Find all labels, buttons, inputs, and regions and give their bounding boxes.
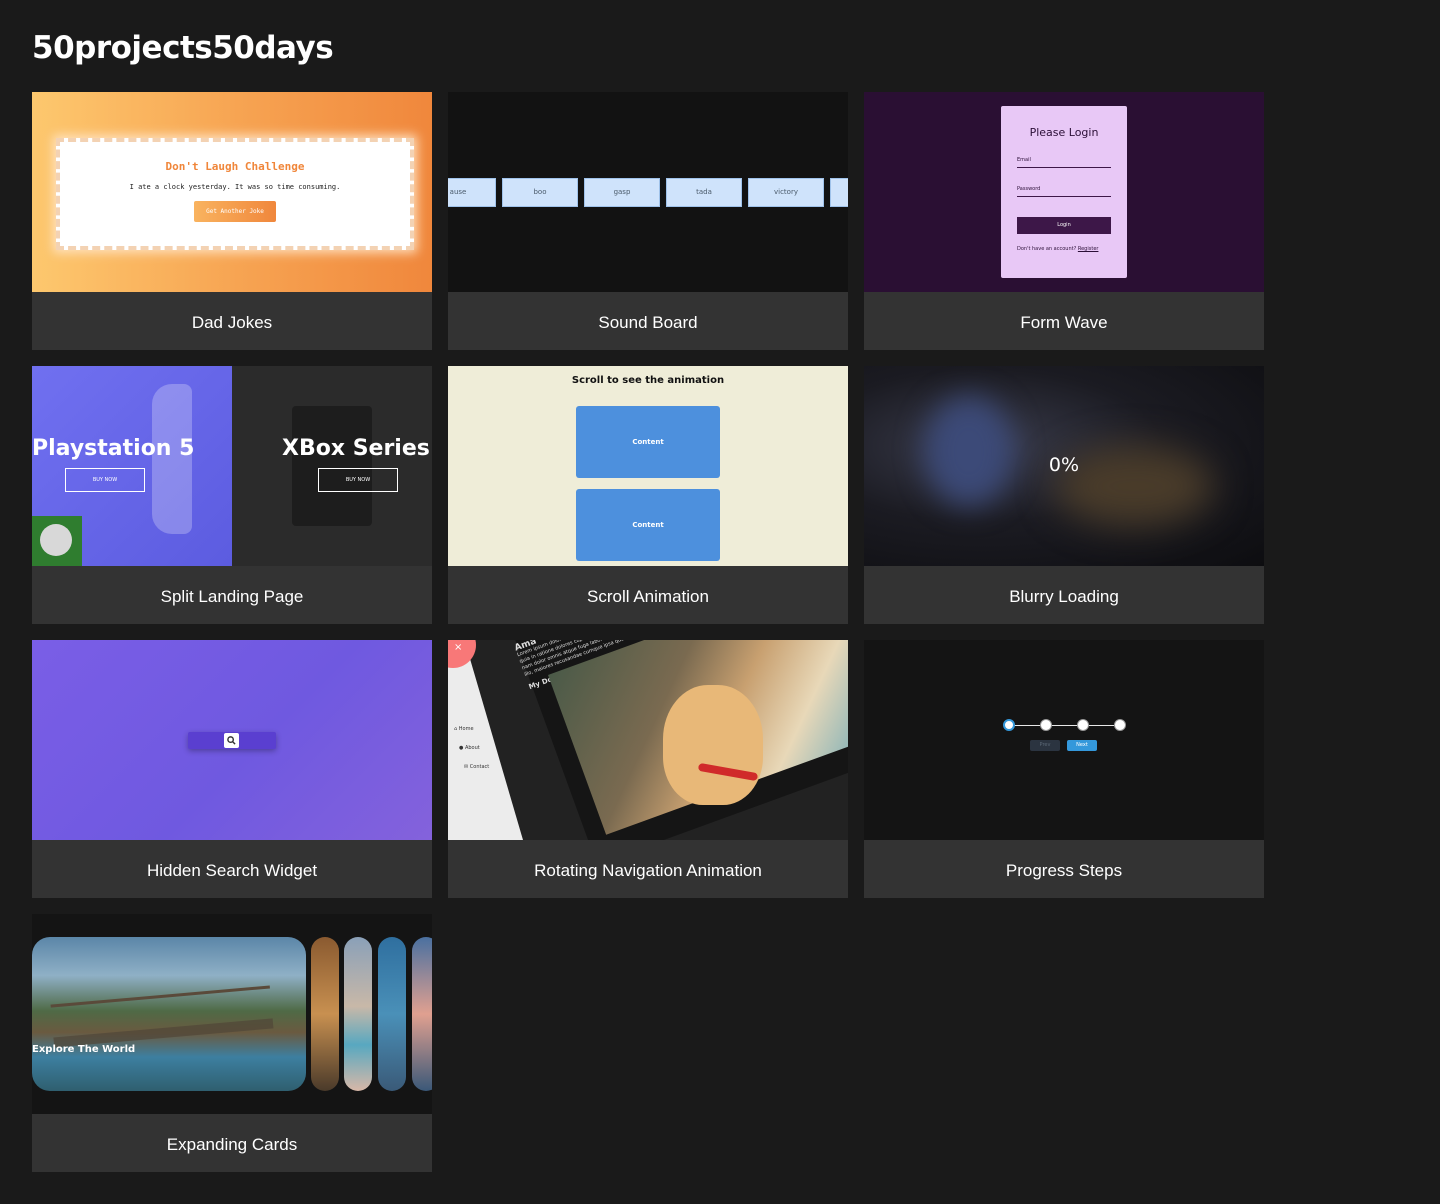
- password-field: Password: [1017, 186, 1111, 197]
- project-thumbnail: [32, 640, 432, 840]
- project-thumbnail: Ama Lorem ipsum dolor sit amet consectet…: [448, 640, 848, 840]
- sound-button: gasp: [584, 178, 660, 207]
- step-circle: [1003, 719, 1015, 731]
- project-thumbnail: Scroll to see the animation Content Cont…: [448, 366, 848, 566]
- blurred-background: [924, 396, 1014, 506]
- login-card: Please Login Email Password Login Don't …: [1001, 106, 1127, 278]
- bridge-image: [50, 985, 274, 1048]
- project-thumbnail: 0%: [864, 366, 1264, 566]
- project-title: Blurry Loading: [1009, 587, 1119, 606]
- collapsed-panel: [378, 937, 406, 1091]
- sound-button: boo: [502, 178, 578, 207]
- close-icon: ×: [448, 640, 476, 668]
- nav-about-label: About: [464, 745, 480, 751]
- playstation-title: Playstation 5: [32, 436, 195, 461]
- nav-home: ⌂ Home: [454, 726, 474, 732]
- project-thumbnail: Explore The World: [32, 914, 432, 1114]
- register-link: Register: [1077, 246, 1099, 252]
- project-title: Split Landing Page: [160, 587, 304, 606]
- content-box: Content: [576, 489, 720, 561]
- content-box: Content: [576, 406, 720, 478]
- progress-line: [1008, 725, 1120, 726]
- project-title: Sound Board: [598, 313, 698, 332]
- project-card-rotating-navigation[interactable]: Ama Lorem ipsum dolor sit amet consectet…: [448, 640, 848, 898]
- project-card-form-wave[interactable]: Please Login Email Password Login Don't …: [864, 92, 1264, 350]
- project-card-progress-steps[interactable]: Prev Next Progress Steps: [864, 640, 1264, 898]
- project-card-scroll-animation[interactable]: Scroll to see the animation Content Cont…: [448, 366, 848, 624]
- xbox-panel: XBox Series X BUY NOW: [232, 366, 432, 566]
- xbox-buy-button: BUY NOW: [318, 468, 398, 492]
- projects-grid: Don't Laugh Challenge I ate a clock yest…: [32, 92, 1264, 1172]
- sound-button: wr: [830, 178, 848, 207]
- joke-title: Don't Laugh Challenge: [165, 160, 305, 173]
- nav-about: ● About: [459, 745, 480, 751]
- register-prompt: Don't have an account?: [1017, 246, 1077, 252]
- project-title: Dad Jokes: [191, 313, 273, 332]
- sound-button: tada: [666, 178, 742, 207]
- search-icon: [224, 733, 239, 748]
- sound-button: victory: [748, 178, 824, 207]
- project-card-sound-board[interactable]: ause boo gasp tada victory wr Sound Boar…: [448, 92, 848, 350]
- page-title: 50projects50days: [32, 30, 334, 66]
- project-card-blurry-loading[interactable]: 0% Blurry Loading: [864, 366, 1264, 624]
- project-thumbnail: Don't Laugh Challenge I ate a clock yest…: [32, 92, 432, 292]
- project-thumbnail: Playstation 5 BUY NOW XBox Series X BUY …: [32, 366, 432, 566]
- project-card-dad-jokes[interactable]: Don't Laugh Challenge I ate a clock yest…: [32, 92, 432, 350]
- active-panel: [32, 937, 306, 1091]
- joke-box: Don't Laugh Challenge I ate a clock yest…: [56, 138, 414, 250]
- nav-contact-label: Contact: [469, 764, 490, 770]
- nav-home-label: Home: [458, 726, 474, 732]
- puppy: [663, 685, 763, 805]
- sound-button: ause: [448, 178, 496, 207]
- step-circle: [1077, 719, 1089, 731]
- panel-label: Explore The World: [32, 1044, 136, 1055]
- login-title: Please Login: [1029, 126, 1099, 139]
- scroll-title: Scroll to see the animation: [571, 375, 725, 386]
- email-field: Email: [1017, 157, 1111, 168]
- xbox-logo-icon: [32, 516, 82, 566]
- next-button: Next: [1067, 740, 1097, 751]
- nav-contact: ✉ Contact: [464, 764, 490, 770]
- prev-button: Prev: [1030, 740, 1060, 751]
- get-joke-button: Get Another Joke: [194, 201, 276, 222]
- project-title: Expanding Cards: [166, 1135, 298, 1154]
- loading-percent: 0%: [1048, 454, 1080, 476]
- collapsed-panel: [412, 937, 432, 1091]
- project-card-split-landing[interactable]: Playstation 5 BUY NOW XBox Series X BUY …: [32, 366, 432, 624]
- project-thumbnail: ause boo gasp tada victory wr: [448, 92, 848, 292]
- project-card-hidden-search[interactable]: Hidden Search Widget: [32, 640, 432, 898]
- register-text: Don't have an account? Register: [1017, 246, 1111, 252]
- login-button: Login: [1017, 217, 1111, 234]
- project-title: Hidden Search Widget: [146, 861, 318, 880]
- project-card-expanding-cards[interactable]: Explore The World Expanding Cards: [32, 914, 432, 1172]
- nav-sidebar: [448, 640, 523, 840]
- xbox-console-image: [292, 406, 372, 526]
- step-circle: [1114, 719, 1126, 731]
- project-title: Rotating Navigation Animation: [534, 861, 762, 880]
- step-circle: [1040, 719, 1052, 731]
- collapsed-panel: [311, 937, 339, 1091]
- project-thumbnail: Prev Next: [864, 640, 1264, 840]
- project-title: Form Wave: [1020, 313, 1108, 332]
- joke-text: I ate a clock yesterday. It was so time …: [129, 183, 341, 191]
- xbox-title: XBox Series X: [282, 436, 432, 461]
- ps-buy-button: BUY NOW: [65, 468, 145, 492]
- project-thumbnail: Please Login Email Password Login Don't …: [864, 92, 1264, 292]
- project-title: Progress Steps: [1005, 861, 1123, 880]
- sound-buttons-row: ause boo gasp tada victory wr: [448, 178, 848, 207]
- collapsed-panel: [344, 937, 372, 1091]
- project-title: Scroll Animation: [587, 587, 709, 606]
